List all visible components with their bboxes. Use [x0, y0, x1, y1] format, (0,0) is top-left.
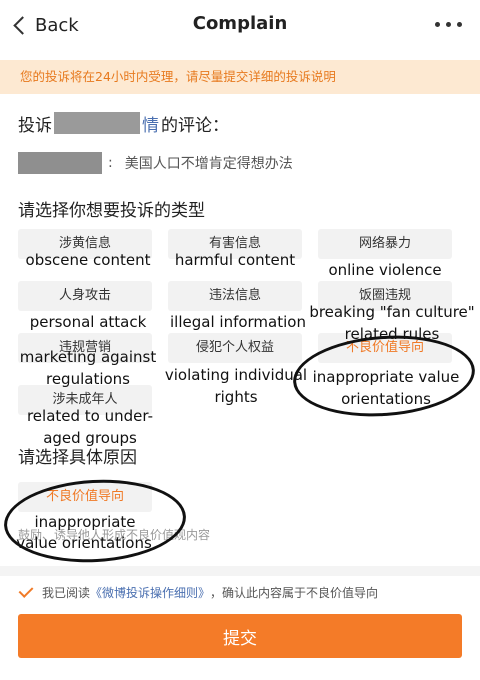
translation-rights: violating individual rights [164, 366, 308, 406]
type-chip-obscene[interactable]: 涉黄信息 [18, 229, 152, 259]
redacted-username [54, 112, 140, 134]
translation-violence: online violence [328, 261, 442, 279]
reason-description: 鼓励、诱导他人形成不良价值观内容 [18, 528, 211, 542]
nav-bar: Back Complain [0, 0, 480, 50]
section-divider [0, 566, 480, 576]
redacted-commenter [18, 152, 102, 174]
translation-value-orientation: inappropriate value orientations [312, 368, 460, 408]
type-chip-fan-culture[interactable]: 饭圈违规 [318, 281, 452, 311]
type-chip-value-orientation[interactable]: 不良价值导向 [318, 333, 452, 363]
target-name-tail: 情 [142, 115, 159, 136]
target-prefix: 投诉 [18, 115, 52, 136]
submit-button[interactable]: 提交 [18, 614, 462, 658]
quoted-comment: : 美国人口不增肯定得想办法 [18, 150, 464, 176]
translation-illegal: illegal information [170, 313, 306, 331]
agree-prefix: 我已阅读 [42, 585, 91, 600]
target-suffix: 的评论： [161, 115, 229, 136]
agree-suffix: ，确认此内容属于不良价值导向 [210, 585, 379, 600]
type-chip-rights[interactable]: 侵犯个人权益 [168, 333, 302, 363]
reason-chip-value-orientation[interactable]: 不良价值导向 [18, 482, 152, 512]
translation-attack: personal attack [29, 313, 147, 331]
rules-link[interactable]: 《微博投诉操作细则》 [90, 584, 210, 601]
more-icon[interactable] [435, 22, 462, 27]
comment-text: 美国人口不增肯定得想办法 [124, 156, 293, 172]
reason-section-title: 请选择具体原因 [18, 448, 137, 468]
checkmark-icon[interactable] [18, 582, 34, 598]
agreement-row: 我已阅读 《微博投诉操作细则》 ，确认此内容属于不良价值导向 [18, 582, 378, 602]
type-chip-minors[interactable]: 涉未成年人 [18, 385, 152, 415]
type-chip-illegal[interactable]: 违法信息 [168, 281, 302, 311]
type-section-title: 请选择你想要投诉的类型 [18, 201, 205, 221]
comment-separator: : [108, 155, 113, 171]
type-chip-marketing[interactable]: 违规营销 [18, 333, 152, 363]
page-title: Complain [192, 13, 288, 34]
type-chip-violence[interactable]: 网络暴力 [318, 229, 452, 259]
type-chip-attack[interactable]: 人身攻击 [18, 281, 152, 311]
complaint-target: 投诉 情 的评论： [18, 110, 229, 136]
notice-banner: 您的投诉将在24小时内受理，请尽量提交详细的投诉说明 [0, 60, 480, 94]
type-chip-harmful[interactable]: 有害信息 [168, 229, 302, 259]
